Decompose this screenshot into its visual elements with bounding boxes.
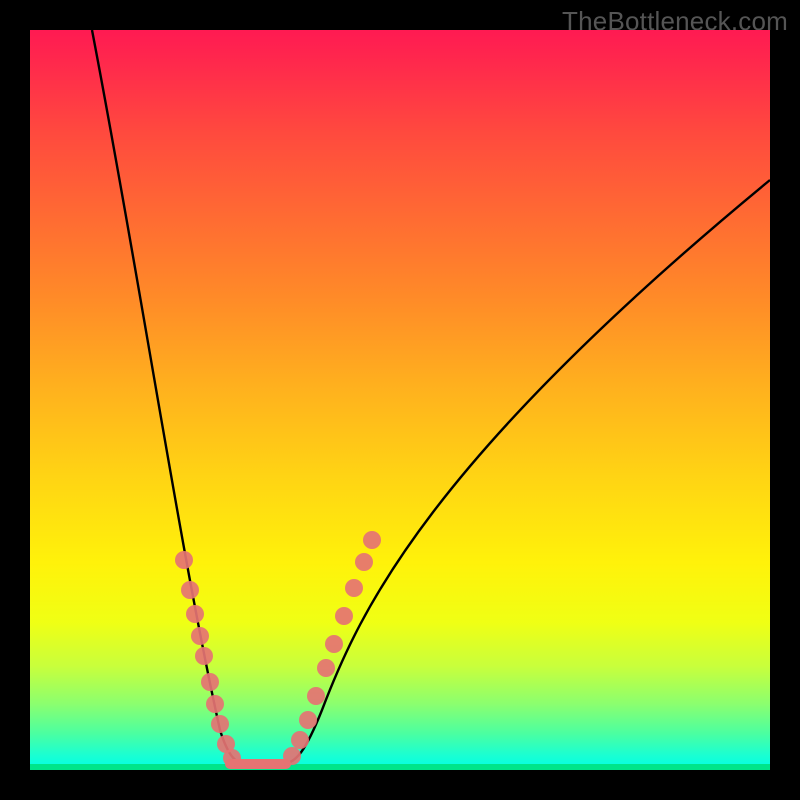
data-point bbox=[283, 747, 301, 765]
data-point bbox=[307, 687, 325, 705]
data-point bbox=[325, 635, 343, 653]
bottleneck-curve bbox=[92, 30, 770, 764]
data-point bbox=[206, 695, 224, 713]
data-point bbox=[175, 551, 193, 569]
data-point bbox=[191, 627, 209, 645]
curve-svg bbox=[30, 30, 770, 770]
data-point bbox=[223, 749, 241, 767]
left-dots-group bbox=[175, 551, 241, 767]
data-point bbox=[201, 673, 219, 691]
chart-frame: TheBottleneck.com bbox=[0, 0, 800, 800]
data-point bbox=[317, 659, 335, 677]
data-point bbox=[291, 731, 309, 749]
plot-area bbox=[30, 30, 770, 770]
data-point bbox=[181, 581, 199, 599]
data-point bbox=[355, 553, 373, 571]
data-point bbox=[345, 579, 363, 597]
data-point bbox=[186, 605, 204, 623]
data-point bbox=[363, 531, 381, 549]
data-point bbox=[335, 607, 353, 625]
data-point bbox=[299, 711, 317, 729]
right-dots-group bbox=[283, 531, 381, 765]
data-point bbox=[195, 647, 213, 665]
data-point bbox=[211, 715, 229, 733]
